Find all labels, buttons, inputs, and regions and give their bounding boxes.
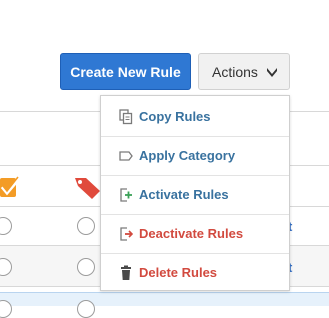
menu-item-activate-rules[interactable]: Activate Rules [101, 176, 289, 214]
rules-page: Create New Rule Actions t t Copy Rules A… [0, 0, 329, 318]
row-radio-secondary[interactable] [77, 300, 95, 318]
actions-label: Actions [212, 63, 258, 80]
deactivate-icon [120, 227, 133, 241]
actions-menu: Copy Rules Apply Category Activate Rules [100, 95, 290, 291]
table-row-selected[interactable] [0, 292, 329, 318]
tag-icon [75, 178, 100, 199]
row-radio-secondary[interactable] [77, 258, 95, 276]
menu-item-label: Copy Rules [139, 109, 211, 124]
copy-icon [119, 109, 133, 125]
trash-icon [121, 265, 131, 280]
menu-item-label: Delete Rules [139, 265, 218, 280]
menu-item-copy-rules[interactable]: Copy Rules [101, 98, 289, 136]
row-radio[interactable] [0, 217, 12, 235]
menu-item-deactivate-rules[interactable]: Deactivate Rules [101, 215, 289, 253]
chevron-down-icon [267, 68, 277, 77]
menu-item-label: Apply Category [139, 148, 236, 163]
row-radio[interactable] [0, 258, 12, 276]
menu-item-label: Activate Rules [139, 187, 229, 202]
checkbox-icon [0, 176, 20, 197]
row-radio-secondary[interactable] [77, 217, 95, 235]
create-new-rule-label: Create New Rule [70, 63, 181, 80]
row-radio[interactable] [0, 300, 12, 318]
menu-item-apply-category[interactable]: Apply Category [101, 137, 289, 175]
activate-icon [120, 188, 132, 202]
create-new-rule-button[interactable]: Create New Rule [60, 53, 191, 90]
tag-outline-icon [119, 151, 133, 161]
menu-item-label: Deactivate Rules [139, 226, 244, 241]
menu-item-delete-rules[interactable]: Delete Rules [101, 254, 289, 292]
actions-dropdown-button[interactable]: Actions [198, 53, 290, 90]
